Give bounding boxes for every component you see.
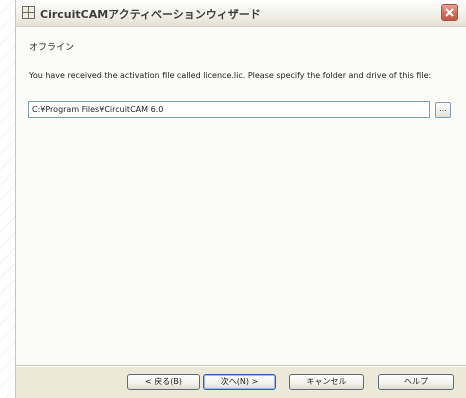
cancel-button[interactable]: キャンセル bbox=[289, 374, 364, 390]
window-title: CircuitCAMアクティベーションウィザード bbox=[40, 8, 261, 21]
title-bar[interactable]: CircuitCAMアクティベーションウィザード bbox=[16, 0, 466, 27]
wizard-window: CircuitCAMアクティベーションウィザード オフライン You have … bbox=[16, 0, 466, 398]
close-icon bbox=[445, 8, 454, 17]
folder-path-input[interactable] bbox=[28, 101, 430, 118]
next-button[interactable]: 次へ(N) > bbox=[203, 374, 276, 390]
browse-icon: ... bbox=[439, 104, 447, 113]
page-title: オフライン bbox=[29, 43, 75, 53]
instruction-text: You have received the activation file ca… bbox=[29, 71, 432, 80]
close-button[interactable] bbox=[441, 4, 458, 21]
back-button[interactable]: < 戻る(B) bbox=[127, 374, 200, 390]
circuitcam-app-icon bbox=[22, 6, 35, 19]
browse-button[interactable]: ... bbox=[435, 102, 451, 118]
footer-separator bbox=[16, 365, 466, 367]
help-button[interactable]: ヘルプ bbox=[378, 374, 454, 390]
